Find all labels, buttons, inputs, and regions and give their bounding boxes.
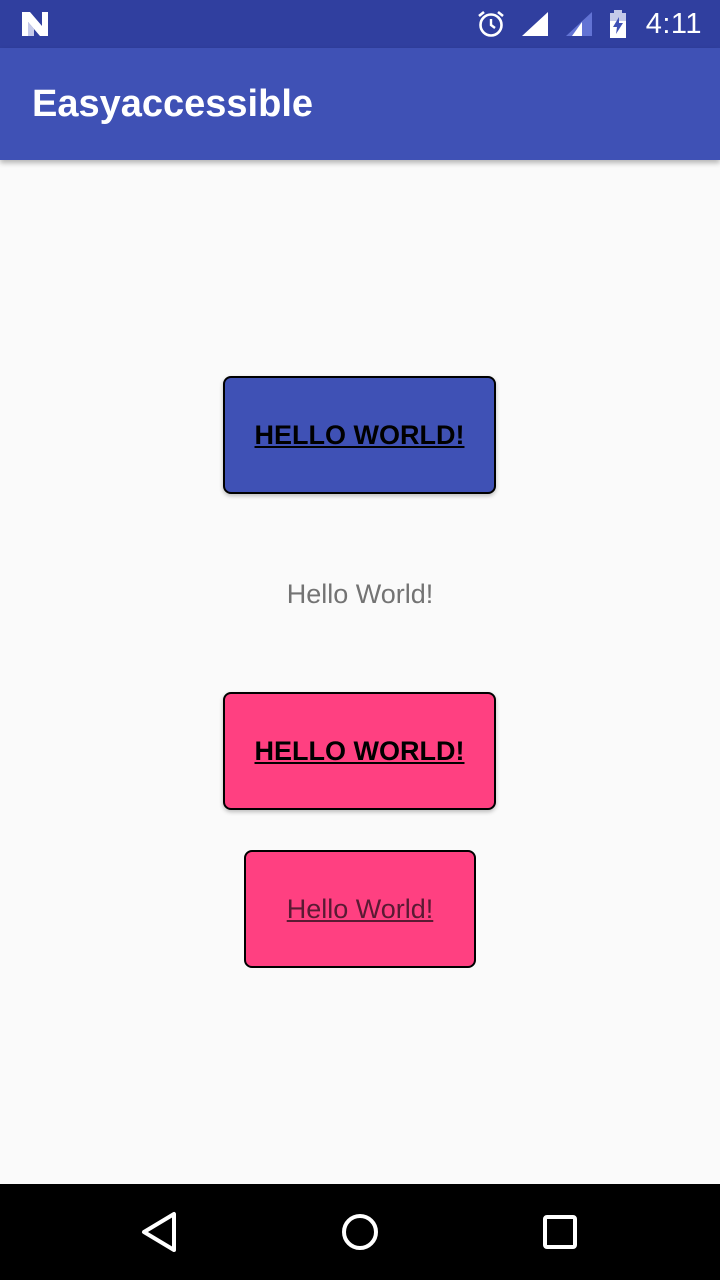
back-icon[interactable] [136, 1208, 184, 1256]
hello-world-button-primary[interactable]: HELLO WORLD! [223, 376, 496, 494]
battery-charging-icon [609, 10, 626, 38]
hello-world-button-accent-secondary[interactable]: Hello World! [244, 850, 476, 968]
app-title: Easyaccessible [32, 83, 314, 125]
app-bar: Easyaccessible [0, 48, 720, 160]
home-icon[interactable] [336, 1208, 384, 1256]
status-bar: 4:11 [0, 0, 720, 48]
hello-world-text: Hello World! [286, 579, 434, 609]
hello-world-button-accent-label: HELLO WORLD! [254, 735, 465, 766]
notification-n-icon [22, 12, 48, 36]
hello-world-button-accent[interactable]: HELLO WORLD! [223, 692, 496, 810]
alarm-icon [477, 10, 504, 37]
navigation-bar [0, 1184, 720, 1280]
wifi-signal-icon [521, 12, 548, 36]
cell-signal-icon [565, 12, 592, 36]
hello-world-button-primary-label: HELLO WORLD! [254, 419, 465, 450]
status-time: 4:11 [645, 7, 702, 40]
hello-world-button-accent-secondary-label: Hello World! [286, 893, 434, 924]
status-icons: 4:11 [476, 0, 702, 48]
recents-icon[interactable] [536, 1208, 584, 1256]
